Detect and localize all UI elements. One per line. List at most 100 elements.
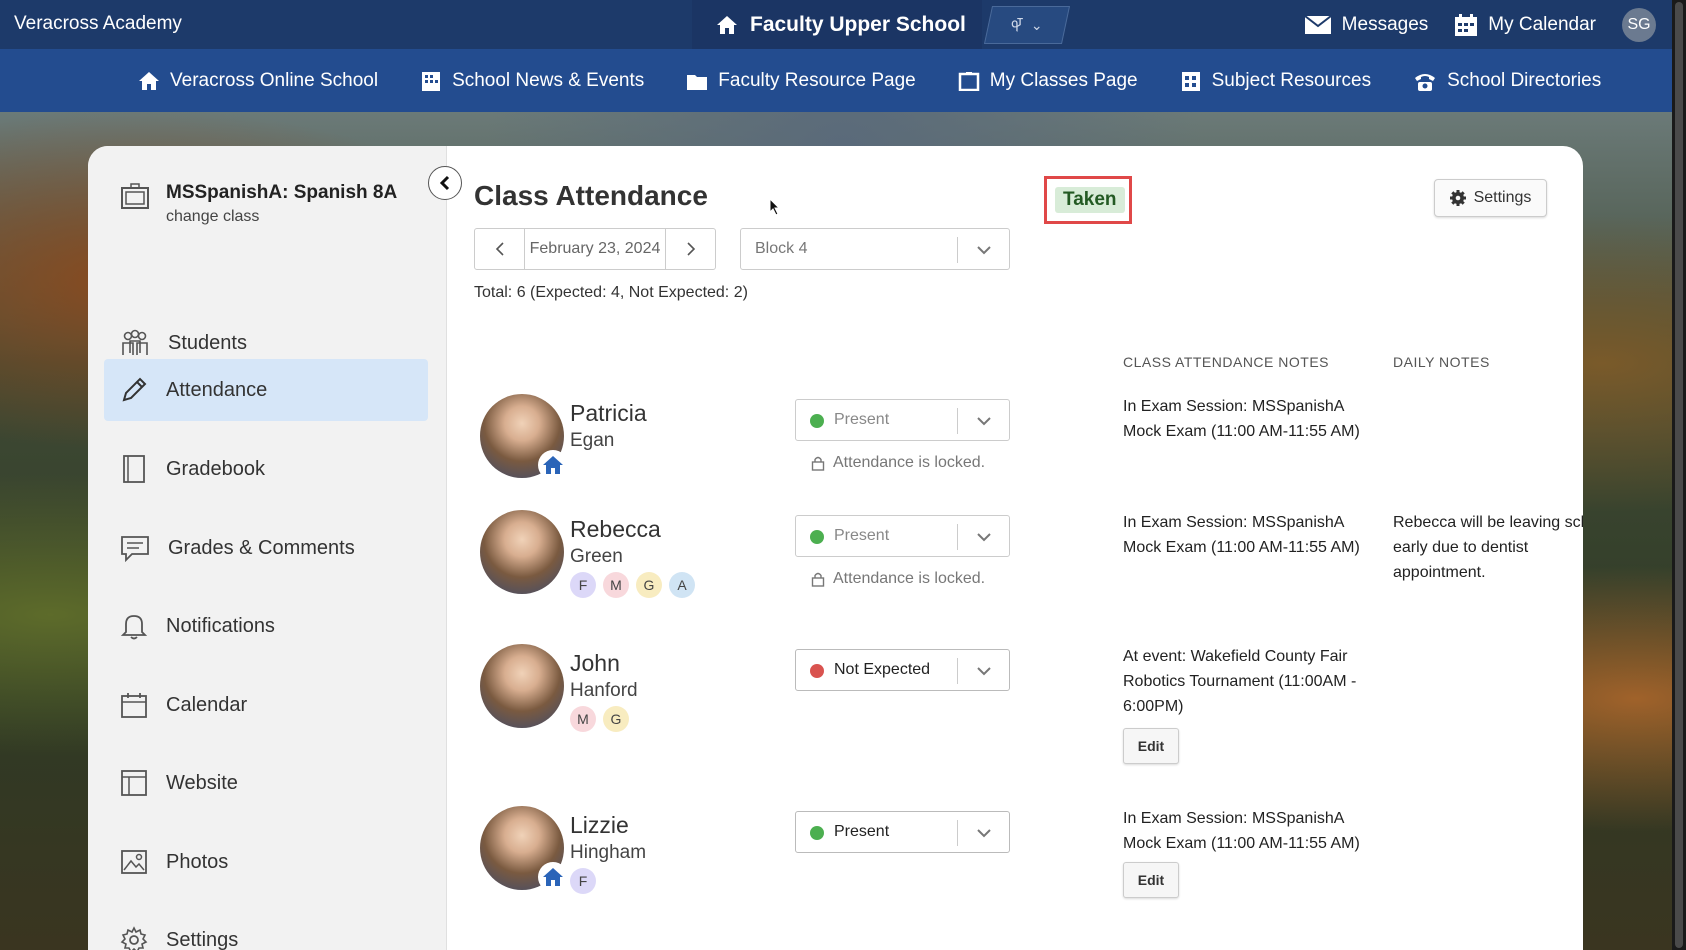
user-avatar[interactable]: SG xyxy=(1622,7,1656,42)
pencil-icon xyxy=(122,377,147,402)
attendance-status-select[interactable]: Not Expected xyxy=(795,649,1010,691)
attendance-card: MSSpanishA: Spanish 8A change class Stud… xyxy=(88,146,1583,950)
date-field[interactable]: February 23, 2024 xyxy=(524,229,666,269)
lock-icon xyxy=(811,572,825,587)
sidebar-item-label: Gradebook xyxy=(166,457,265,480)
tag-badge[interactable]: M xyxy=(603,572,629,598)
edit-note-button[interactable]: Edit xyxy=(1123,862,1179,898)
chevron-down-icon xyxy=(976,246,991,255)
nav-label: School News & Events xyxy=(452,69,645,91)
nav-item-online-school[interactable]: Veracross Online School xyxy=(138,70,378,92)
nav-label: School Directories xyxy=(1447,69,1602,91)
page-title: Class Attendance xyxy=(474,180,708,211)
chevron-right-icon xyxy=(686,242,695,256)
status-value: Not Expected xyxy=(834,661,931,678)
home-icon xyxy=(543,456,563,474)
sidebar-item-grades-comments[interactable]: Grades & Comments xyxy=(104,517,428,579)
students-icon xyxy=(122,329,148,355)
scrollbar-thumb[interactable] xyxy=(1675,2,1683,948)
classroom-icon xyxy=(958,71,980,91)
sidebar-item-photos[interactable]: Photos xyxy=(104,831,428,893)
chevron-down-icon xyxy=(976,667,991,676)
lock-message: Attendance is locked. xyxy=(811,454,985,472)
sidebar-item-label: Calendar xyxy=(166,693,248,716)
main-nav: Veracross Online School School News & Ev… xyxy=(0,49,1672,112)
nav-item-school-directories[interactable]: School Directories xyxy=(1413,70,1601,92)
student-first-name[interactable]: Rebecca xyxy=(570,516,661,543)
student-last-name[interactable]: Egan xyxy=(570,430,614,452)
next-date-button[interactable] xyxy=(666,229,715,269)
settings-label: Settings xyxy=(1473,189,1532,206)
attendance-status-select[interactable]: Present xyxy=(795,811,1010,853)
student-first-name[interactable]: John xyxy=(570,650,620,677)
envelope-icon xyxy=(1304,14,1332,34)
status-value: Present xyxy=(834,823,890,840)
sidebar-item-gradebook[interactable]: Gradebook xyxy=(104,438,428,500)
my-calendar-link[interactable]: My Calendar xyxy=(1454,13,1596,37)
student-tags: F M G A xyxy=(570,572,695,598)
nav-item-subject-resources[interactable]: Subject Resources xyxy=(1180,70,1371,92)
nav-label: My Classes Page xyxy=(989,69,1138,91)
class-selector[interactable]: MSSpanishA: Spanish 8A change class xyxy=(120,182,397,226)
student-last-name[interactable]: Hingham xyxy=(570,842,646,864)
gear-icon xyxy=(1449,190,1466,206)
student-last-name[interactable]: Green xyxy=(570,546,623,568)
building-icon xyxy=(422,71,441,91)
tag-badge[interactable]: A xyxy=(669,572,695,598)
chevron-left-icon xyxy=(439,175,450,191)
status-dot xyxy=(810,664,824,678)
class-attendance-note: In Exam Session: MSSpanishA Mock Exam (1… xyxy=(1123,810,1360,852)
prev-date-button[interactable] xyxy=(475,229,524,269)
student-first-name[interactable]: Lizzie xyxy=(570,812,629,839)
student-first-name[interactable]: Patricia xyxy=(570,400,647,427)
col-header-class-notes: CLASS ATTENDANCE NOTES xyxy=(1123,354,1330,370)
sidebar-item-attendance[interactable]: Attendance xyxy=(104,359,428,421)
portal-switcher[interactable]: Faculty Upper School xyxy=(692,0,982,49)
settings-button[interactable]: Settings xyxy=(1434,179,1547,217)
block-value: Block 4 xyxy=(755,240,808,257)
school-logo-menu[interactable]: 𐆉 ⌄ xyxy=(983,6,1071,44)
grid-building-icon xyxy=(1181,71,1200,91)
attendance-total: Total: 6 (Expected: 4, Not Expected: 2) xyxy=(474,284,748,301)
block-select[interactable]: Block 4 xyxy=(740,228,1010,270)
change-class-link[interactable]: change class xyxy=(166,208,397,226)
gear-icon xyxy=(120,926,148,950)
status-value: Present xyxy=(834,411,890,428)
class-sidebar: MSSpanishA: Spanish 8A change class Stud… xyxy=(88,146,447,950)
student-last-name[interactable]: Hanford xyxy=(570,680,638,702)
edit-note-button[interactable]: Edit xyxy=(1123,728,1179,764)
sidebar-item-notifications[interactable]: Notifications xyxy=(104,595,428,657)
book-icon xyxy=(123,455,145,483)
daily-note: Rebecca will be leaving school early due… xyxy=(1393,514,1583,581)
status-highlight: Taken xyxy=(1044,176,1132,224)
tag-badge[interactable]: M xyxy=(570,706,596,732)
status-value: Present xyxy=(834,527,890,544)
status-dot xyxy=(810,530,824,544)
tag-badge[interactable]: F xyxy=(570,868,596,894)
student-photo xyxy=(480,644,564,728)
messages-link[interactable]: Messages xyxy=(1304,13,1429,36)
folder-icon xyxy=(687,74,708,90)
tag-badge[interactable]: G xyxy=(636,572,662,598)
messages-label: Messages xyxy=(1341,13,1429,35)
tag-badge[interactable]: F xyxy=(570,572,596,598)
lock-message: Attendance is locked. xyxy=(811,570,985,588)
sidebar-item-label: Attendance xyxy=(166,378,268,401)
collapse-sidebar-button[interactable] xyxy=(428,166,462,200)
attendance-main: Class Attendance Taken Settings February… xyxy=(447,146,1583,950)
sidebar-item-calendar[interactable]: Calendar xyxy=(104,674,428,736)
nav-item-my-classes[interactable]: My Classes Page xyxy=(958,70,1138,92)
attendance-status-select: Present xyxy=(795,399,1010,441)
sidebar-item-website[interactable]: Website xyxy=(104,752,428,814)
page-scrollbar[interactable] xyxy=(1672,0,1686,950)
status-dot xyxy=(810,826,824,840)
tag-badge[interactable]: G xyxy=(603,706,629,732)
nav-item-faculty-resource[interactable]: Faculty Resource Page xyxy=(686,70,916,92)
school-name[interactable]: Veracross Academy xyxy=(14,13,182,35)
mouse-cursor-icon xyxy=(769,198,781,216)
nav-item-news-events[interactable]: School News & Events xyxy=(420,70,644,92)
sidebar-item-settings[interactable]: Settings xyxy=(104,909,428,950)
home-icon xyxy=(139,71,159,90)
attendance-status-select: Present xyxy=(795,515,1010,557)
date-picker: February 23, 2024 xyxy=(474,228,716,270)
